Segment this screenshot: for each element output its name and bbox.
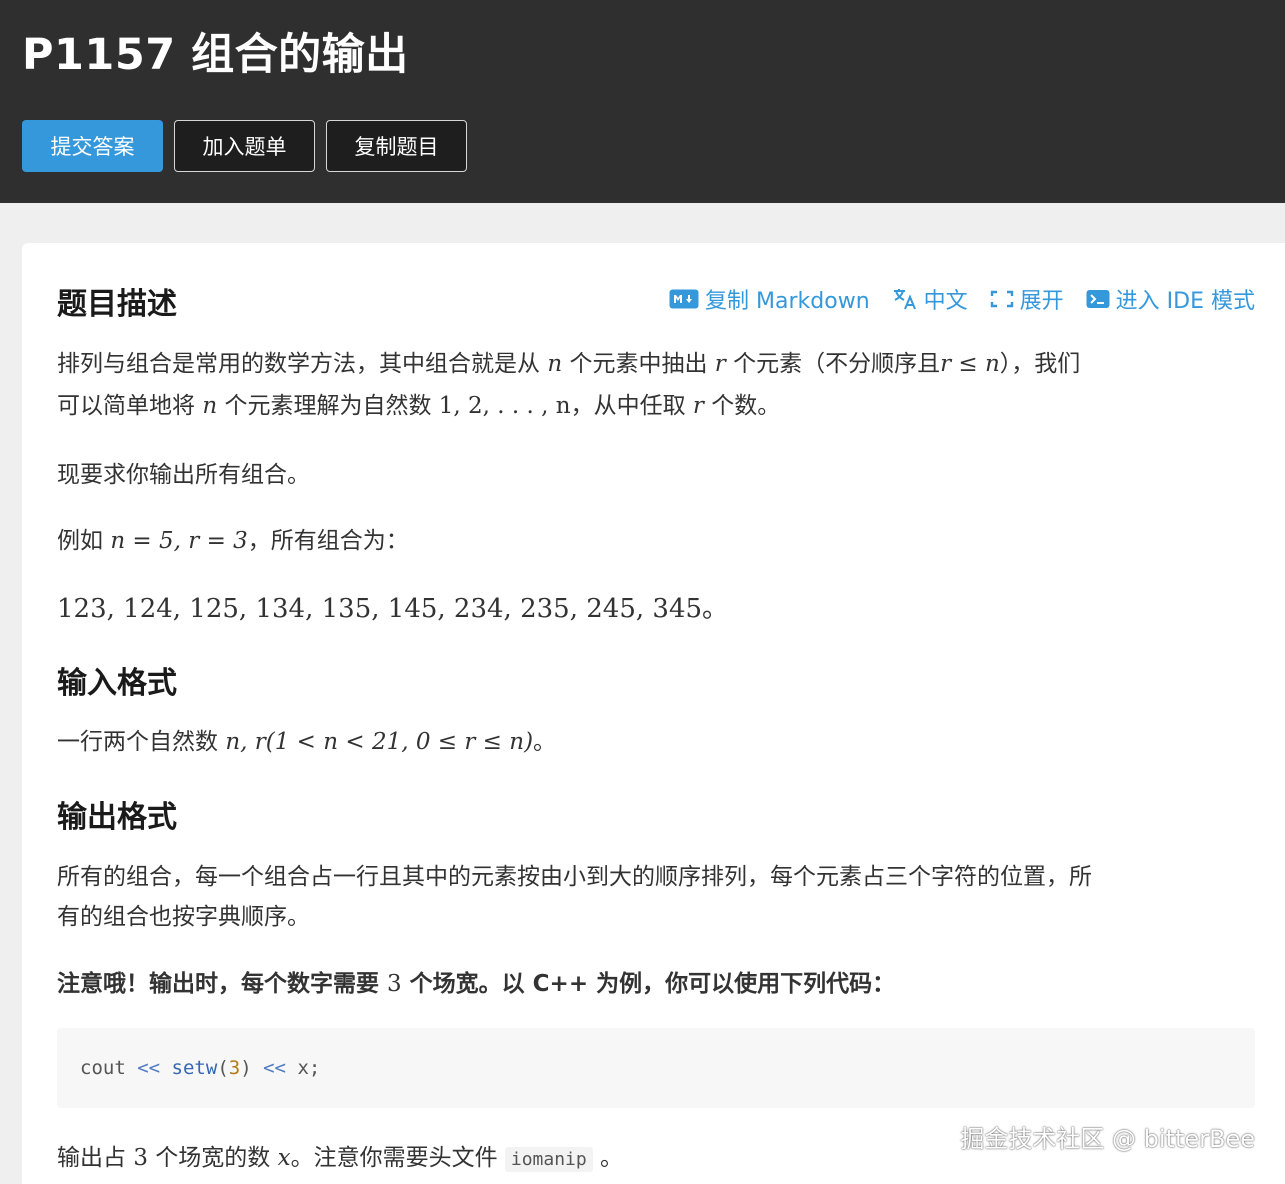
input-format-heading: 输入格式 [57,666,177,701]
output-last-line: 输出占 3 个场宽的数 x。注意你需要头文件 iomanip 。 [57,1145,624,1172]
description-paragraph-line-2: 可以简单地将 n 个元素理解为自然数 1, 2, . . . , n，从中任取 … [57,393,781,419]
math-input-condition: n, r(1 < n < 21, 0 ≤ r ≤ n) [225,729,534,755]
page-title: P1157 组合的输出 [22,30,409,80]
description-requirement: 现要求你输出所有组合。 [57,462,310,488]
watermark: 掘金技术社区 @ bitterBee [960,1125,1255,1153]
language-button[interactable]: 中文 [892,283,968,315]
output-format-heading: 输出格式 [57,800,177,835]
language-label: 中文 [923,289,968,314]
combinations-list: 123, 124, 125, 134, 135, 145, 234, 235, … [57,594,703,624]
description-paragraph-line-1: 排列与组合是常用的数学方法，其中组合就是从 n 个元素中抽出 r 个元素（不分顺… [57,351,1081,377]
math-three: 3 [387,971,402,997]
submit-answer-button[interactable]: 提交答案 [22,120,163,172]
join-list-button[interactable]: 加入题单 [174,120,315,172]
math-three: 3 [133,1145,148,1171]
math-sequence: 1, 2, . . . , n [438,393,571,419]
expand-icon [990,290,1013,308]
math-x: x [277,1145,291,1171]
example-combinations: 123, 124, 125, 134, 135, 145, 234, 235, … [57,594,729,624]
problem-header: P1157 组合的输出 提交答案 加入题单 复制题目 [0,0,1285,203]
description-heading: 题目描述 [57,287,177,322]
ide-mode-button[interactable]: 进入 IDE 模式 [1086,283,1255,315]
input-format-text: 一行两个自然数 n, r(1 < n < 21, 0 ≤ r ≤ n)。 [57,729,557,755]
ide-mode-label: 进入 IDE 模式 [1115,289,1255,314]
header-file-code: iomanip [504,1147,593,1172]
copy-problem-button[interactable]: 复制题目 [326,120,467,172]
translate-icon [893,289,916,310]
output-format-line-1: 所有的组合，每一个组合占一行且其中的元素按由小到大的顺序排列，每个元素占三个字符… [57,864,1092,890]
copy-markdown-button[interactable]: 复制 Markdown [669,283,870,315]
output-format-line-2: 有的组合也按字典顺序。 [57,904,310,930]
code-block: cout << setw(3) << x; [57,1028,1255,1108]
math-n: n [202,393,218,419]
math-r-le-n: r ≤ n [940,351,1000,377]
math-r: r [714,351,726,377]
markdown-icon [669,289,699,309]
description-example: 例如 n = 5, r = 3，所有组合为： [57,528,409,554]
expand-label: 展开 [1019,289,1064,314]
copy-markdown-label: 复制 Markdown [705,289,870,314]
math-example: n = 5, r = 3 [110,528,248,554]
math-r: r [692,393,704,419]
problem-card: 题目描述 复制 Markdown 中文 展开 进入 IDE 模式 排列与组合是常… [22,243,1285,1184]
expand-button[interactable]: 展开 [990,283,1064,315]
math-n: n [547,351,563,377]
problem-actions: 复制 Markdown 中文 展开 进入 IDE 模式 [669,283,1255,315]
terminal-icon [1086,290,1110,308]
output-note: 注意哦！输出时，每个数字需要 3 个场宽。以 C++ 为例，你可以使用下列代码： [57,971,896,997]
